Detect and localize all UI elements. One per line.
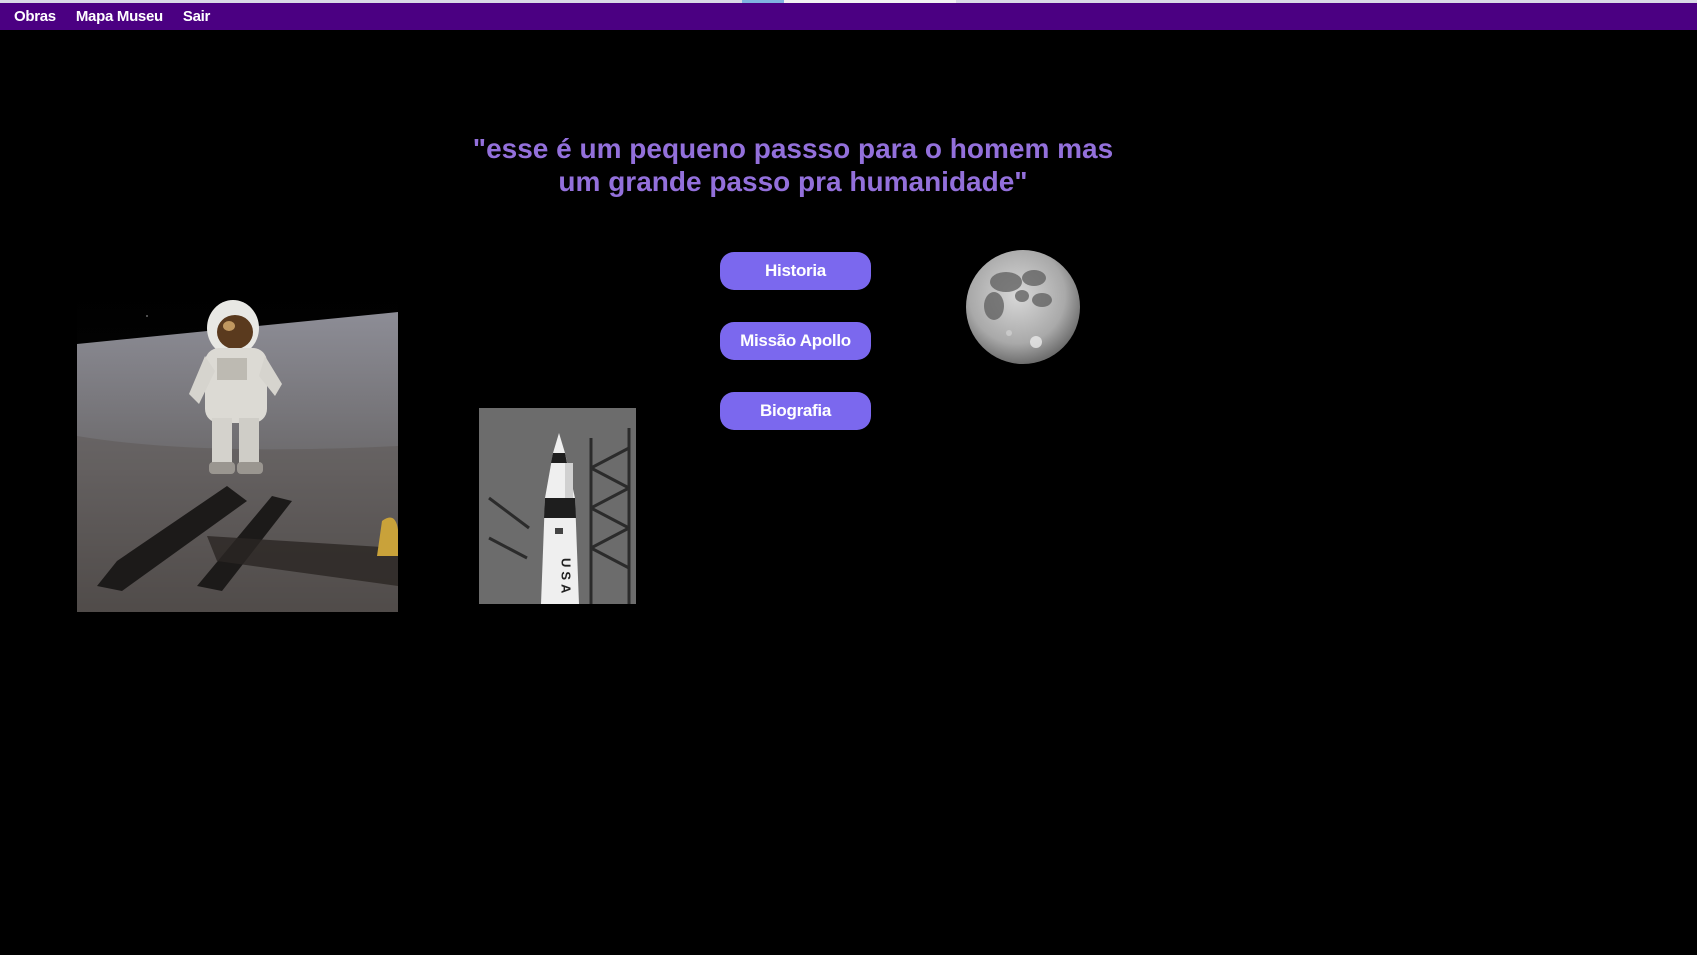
rocket-usa-label: USA (559, 558, 574, 597)
quote-line-1: "esse é um pequeno passso para o homem m… (472, 133, 1114, 164)
missao-apollo-button[interactable]: Missão Apollo (720, 322, 871, 360)
moon-photo (964, 248, 1082, 366)
astronaut-on-moon-photo (77, 286, 398, 612)
biografia-button[interactable]: Biografia (720, 392, 871, 430)
menu-item-obras[interactable]: Obras (14, 8, 56, 25)
top-menu-bar: Obras Mapa Museu Sair (0, 3, 1697, 30)
historia-button[interactable]: Historia (720, 252, 871, 290)
page-quote: "esse é um pequeno passso para o homem m… (400, 132, 1186, 198)
rocket-photo: USA (479, 408, 636, 604)
menu-item-mapa-museu[interactable]: Mapa Museu (76, 8, 163, 25)
quote-line-2: um grande passo pra humanidade" (558, 166, 1028, 197)
menu-item-sair[interactable]: Sair (183, 8, 210, 25)
